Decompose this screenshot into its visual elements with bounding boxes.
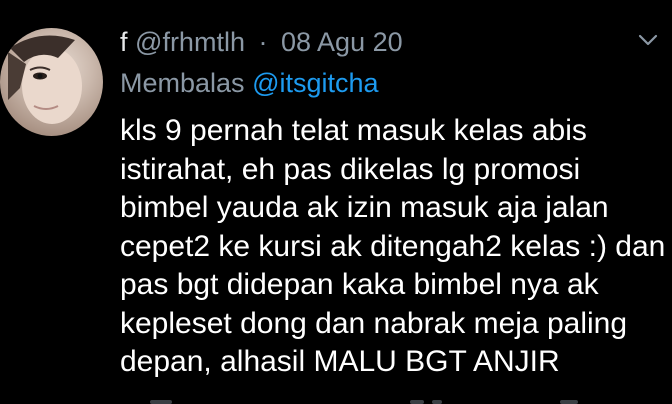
tweet-card[interactable]: f @frhmtlh · 08 Agu 20 Membalas @itsgitc… <box>0 0 672 404</box>
action-bar-edge <box>150 400 578 404</box>
tweet-text-line: bimbel yauda ak izin masuk aja jalan <box>120 191 609 224</box>
like-icon[interactable] <box>432 400 442 404</box>
reply-mention[interactable]: @itsgitcha <box>252 68 378 98</box>
chevron-down-icon[interactable] <box>636 30 660 50</box>
tweet-text-line: depan, alhasil MALU BGT ANJIR <box>120 345 560 378</box>
header-separator: · <box>258 27 268 57</box>
reply-prefix: Membalas <box>120 68 245 98</box>
share-icon[interactable] <box>560 400 578 404</box>
tweet-text: kls 9 pernah telat masuk kelas abis isti… <box>120 112 665 382</box>
author-name[interactable]: f <box>120 27 128 57</box>
tweet-text-line: kepleset dong dan nabrak meja paling <box>120 306 628 340</box>
reply-icon[interactable] <box>150 400 172 404</box>
avatar-image <box>8 35 82 124</box>
reply-context: Membalas @itsgitcha <box>120 64 379 102</box>
tweet-header: f @frhmtlh · 08 Agu 20 <box>120 24 403 60</box>
avatar[interactable] <box>0 28 103 136</box>
retweet-icon[interactable] <box>410 400 424 404</box>
tweet-text-line: istirahat, eh pas dikelas lg promosi <box>120 152 581 186</box>
tweet-text-line: kls 9 pernah telat masuk kelas abis <box>120 114 587 147</box>
author-handle[interactable]: @frhmtlh <box>135 27 245 57</box>
tweet-text-line: cepet2 ke kursi ak ditengah2 kelas :) da… <box>120 229 666 263</box>
tweet-text-line: pas bgt didepan kaka bimbel nya ak <box>120 268 599 301</box>
tweet-date[interactable]: 08 Agu 20 <box>281 27 403 57</box>
